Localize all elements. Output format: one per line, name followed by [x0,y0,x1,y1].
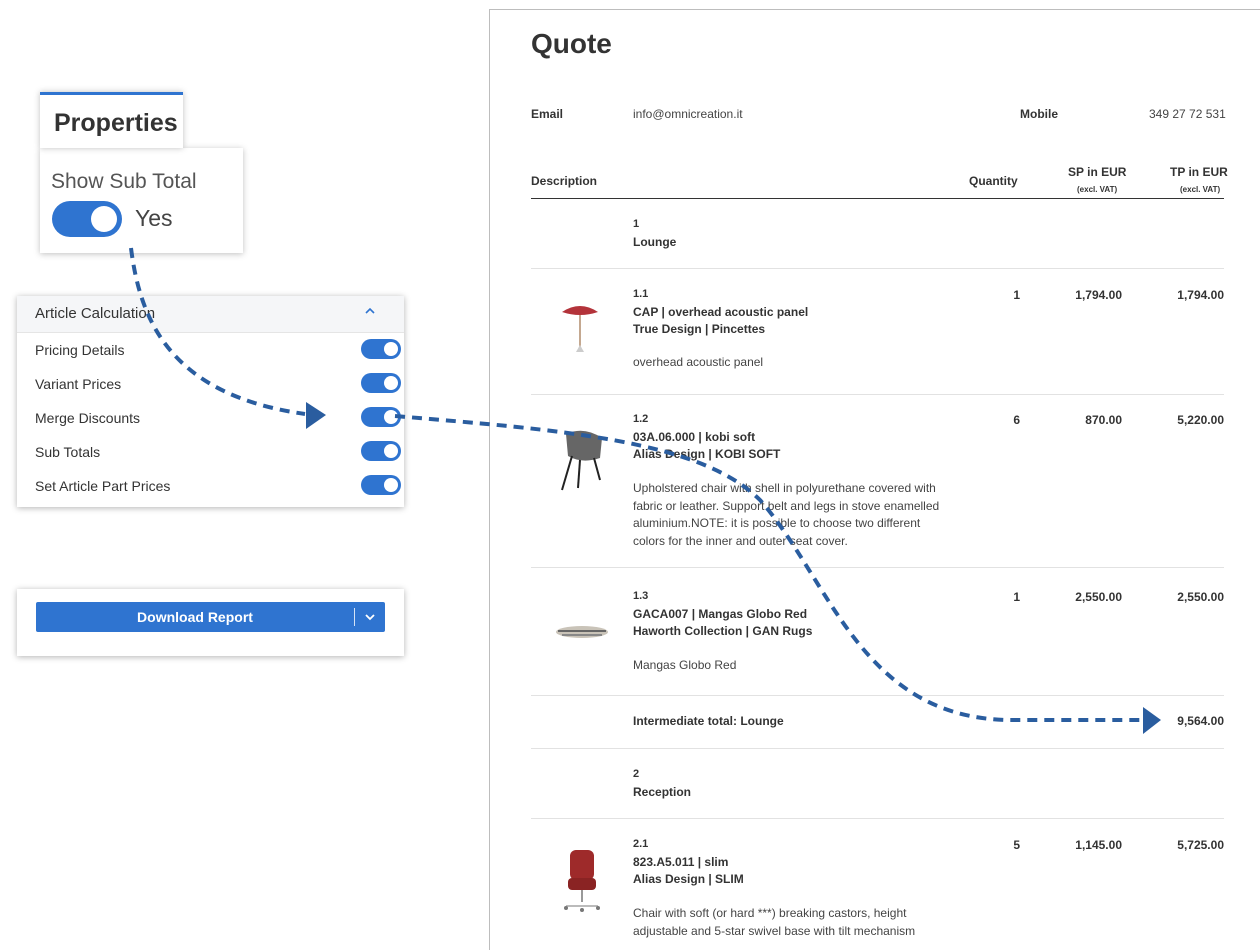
arrow-to-intermediate-total [394,414,1140,722]
arrowhead [1143,707,1161,734]
arrow-to-merge-discounts [129,247,306,416]
annotation-arrows [129,247,1161,734]
arrowhead [306,402,326,429]
